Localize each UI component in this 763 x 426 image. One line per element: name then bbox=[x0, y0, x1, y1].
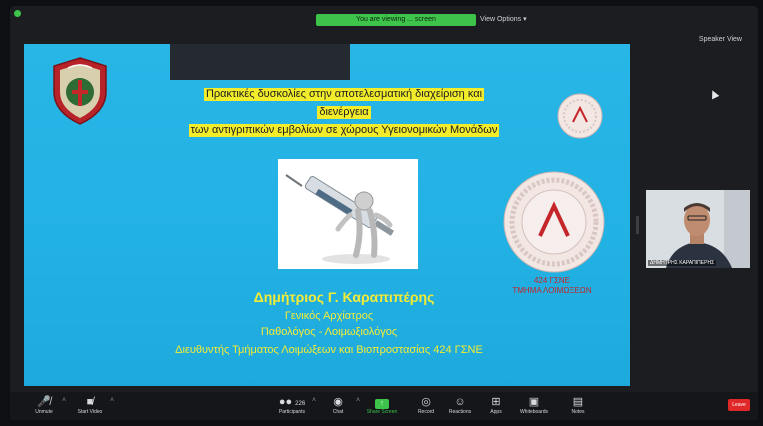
department-label-line: 424 ΓΣΝΕ bbox=[533, 276, 571, 285]
view-options-label: View Options bbox=[480, 16, 522, 23]
vaccine-syringe-illustration bbox=[278, 159, 418, 269]
mouse-cursor-icon bbox=[708, 88, 720, 100]
participant-video-tile[interactable]: ΔΗΜΗΤΡΗΣ ΚΑΡΑΠΙΠΕΡΗΣ bbox=[646, 190, 750, 268]
notes-icon: ▤ bbox=[572, 396, 584, 408]
speaker-view-button[interactable]: Speaker View bbox=[699, 36, 742, 43]
speaker-role: Παθολόγος - Λοιμωξιολόγος bbox=[260, 326, 398, 338]
whiteboards-label: Whiteboards bbox=[519, 409, 549, 415]
screen-share-banner[interactable]: You are viewing ... screen bbox=[316, 14, 476, 26]
chat-button[interactable]: ◉ Chat bbox=[318, 395, 358, 416]
apps-icon: ⊞ bbox=[491, 396, 501, 408]
people-icon: ●● 226 bbox=[278, 396, 306, 408]
unmute-label: Unmute bbox=[35, 409, 53, 415]
apps-button[interactable]: ⊞ Apps bbox=[476, 395, 516, 416]
notes-label: Notes bbox=[571, 409, 585, 415]
participants-label: Participants bbox=[278, 409, 306, 415]
unmute-button[interactable]: 🎤̸ Unmute bbox=[24, 395, 64, 416]
whiteboard-icon: ▣ bbox=[528, 396, 540, 408]
slide-title-line: Πρακτικές δυσκολίες στην αποτελεσματική … bbox=[203, 88, 485, 101]
smiley-icon: ☺ bbox=[454, 396, 466, 408]
chat-label: Chat bbox=[332, 409, 344, 415]
department-seal-small bbox=[557, 93, 603, 139]
whiteboards-button[interactable]: ▣ Whiteboards bbox=[514, 395, 554, 416]
chevron-up-icon[interactable]: ˄ bbox=[356, 397, 360, 404]
department-seal-large bbox=[503, 171, 605, 273]
panel-resize-handle[interactable] bbox=[636, 216, 639, 234]
chevron-up-icon[interactable]: ˄ bbox=[62, 397, 66, 404]
microphone-muted-icon: 🎤̸ bbox=[37, 396, 51, 408]
shared-slide: Πρακτικές δυσκολίες στην αποτελεσματική … bbox=[24, 44, 630, 386]
chevron-up-icon[interactable]: ˄ bbox=[110, 397, 114, 404]
reactions-button[interactable]: ☺ Reactions bbox=[440, 395, 480, 416]
share-screen-icon: ↑ bbox=[375, 399, 389, 409]
chevron-down-icon: ▾ bbox=[523, 16, 527, 23]
participant-avatar bbox=[646, 190, 750, 268]
participants-count: 226 bbox=[295, 401, 306, 407]
slide-title-line: των αντιγριπικών εμβολίων σε χώρους Υγει… bbox=[188, 124, 500, 137]
speaker-role: Διευθυντής Τμήματος Λοιμώξεων και Βιοπρο… bbox=[175, 344, 483, 356]
chevron-up-icon[interactable]: ˄ bbox=[312, 397, 316, 404]
meeting-top-bar: You are viewing ... screen View Options … bbox=[10, 6, 758, 43]
reactions-label: Reactions bbox=[448, 409, 472, 415]
speaker-name: Δημήτριος Γ. Καραπιπέρης bbox=[253, 289, 435, 305]
meeting-controls-toolbar: 🎤̸ Unmute ˄ ■̸ Start Video ˄ ●● 226 Part… bbox=[10, 392, 758, 420]
hospital-crest-logo bbox=[53, 57, 107, 125]
start-video-button[interactable]: ■̸ Start Video bbox=[70, 395, 110, 416]
view-options-button[interactable]: View Options ▾ bbox=[480, 15, 527, 23]
video-camera-off-icon: ■̸ bbox=[86, 396, 94, 408]
share-screen-button[interactable]: ↑ Share Screen bbox=[362, 395, 402, 416]
speaker-role: Γενικός Αρχίατρος bbox=[284, 310, 374, 322]
notes-button[interactable]: ▤ Notes bbox=[558, 395, 598, 416]
apps-label: Apps bbox=[490, 409, 502, 415]
leave-button[interactable]: Leave bbox=[728, 399, 750, 411]
start-video-label: Start Video bbox=[77, 409, 103, 415]
participant-name-label: ΔΗΜΗΤΡΗΣ ΚΑΡΑΠΙΠΕΡΗΣ bbox=[648, 260, 717, 266]
slide-title: Πρακτικές δυσκολίες στην αποτελεσματική … bbox=[164, 84, 524, 138]
slide-header-overlay bbox=[170, 44, 350, 80]
chat-bubble-icon: ◉ bbox=[333, 396, 343, 408]
participants-button[interactable]: ●● 226 Participants bbox=[272, 395, 312, 416]
share-screen-label: Share Screen bbox=[366, 409, 398, 415]
zoom-meeting-window: You are viewing ... screen View Options … bbox=[10, 6, 758, 420]
connection-status-icon bbox=[14, 10, 21, 17]
slide-title-line: διενέργεια bbox=[317, 106, 371, 119]
